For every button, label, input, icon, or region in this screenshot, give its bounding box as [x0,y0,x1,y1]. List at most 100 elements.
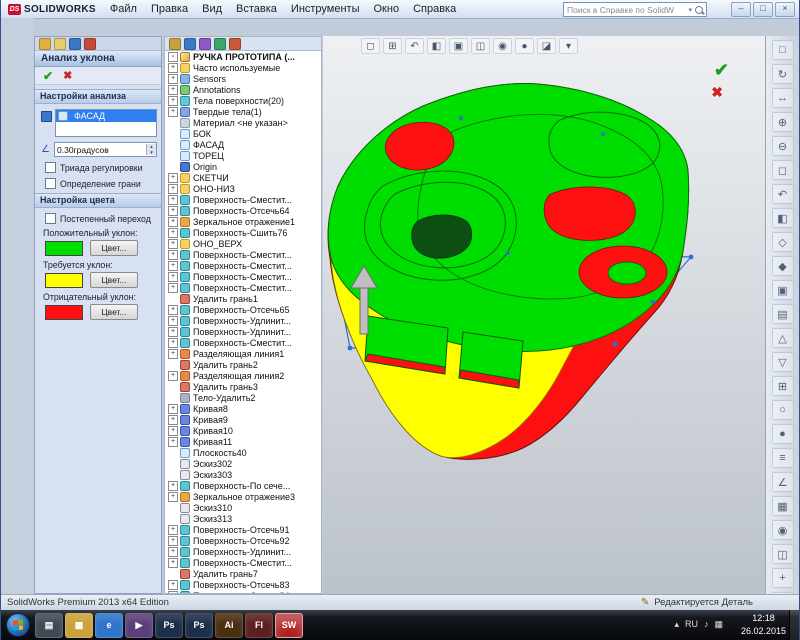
tree-expander-icon[interactable]: + [168,580,178,590]
previous-view-icon[interactable]: ↶ [405,38,424,54]
tree-item[interactable]: +Поверхность-Удлинит... [165,315,321,326]
model-negative-patch-3[interactable] [579,246,667,298]
close-tab-icon[interactable] [84,38,96,50]
menu-item-Справка[interactable]: Справка [406,2,463,16]
close-button[interactable]: × [775,2,795,17]
hidden-lines-icon[interactable]: ▤ [772,304,794,324]
tree-item[interactable]: +Эскиз313 [165,513,321,524]
triad-checkbox[interactable] [45,162,56,173]
pin-tab-icon[interactable] [54,38,66,50]
tree-expander-icon[interactable]: + [168,437,178,447]
tree-item[interactable]: +Поверхность-Отсечь91 [165,524,321,535]
select-icon[interactable]: □ [772,40,794,60]
configurationmanager-tab-icon[interactable] [199,38,211,50]
tree-item[interactable]: +Поверхность-Отсечь65 [165,304,321,315]
zoom-out-icon[interactable]: ⊖ [772,136,794,156]
tree-expander-icon[interactable]: + [168,184,178,194]
tree-expander-icon[interactable]: + [168,195,178,205]
tree-expander-icon[interactable]: + [168,217,178,227]
propertymanager-tab-icon[interactable] [39,38,51,50]
tree-item[interactable]: +Разделяющая линия2 [165,370,321,381]
offset-surface-icon[interactable]: ≡ [772,448,794,468]
tree-expander-icon[interactable]: + [168,283,178,293]
tray-volume-icon[interactable]: ♪ [704,619,709,629]
tree-item[interactable]: +Sensors [165,73,321,84]
tree-item[interactable]: +Твердые тела(1) [165,106,321,117]
minimize-button[interactable]: – [731,2,751,17]
tree-item[interactable]: +Удалить грань3 [165,381,321,392]
display-style-icon[interactable]: ◫ [471,38,490,54]
rotate-view-icon[interactable]: ↻ [772,64,794,84]
propertymanager-tab-icon[interactable] [184,38,196,50]
loft-surface-icon[interactable]: ○ [772,400,794,420]
tree-expander-icon[interactable]: + [168,349,178,359]
search-icon[interactable] [695,6,703,14]
dimxpertmanager-tab-icon[interactable] [214,38,226,50]
tree-item[interactable]: +Плоскость40 [165,447,321,458]
tree-item[interactable]: +Поверхность-Сместит... [165,271,321,282]
tree-expander-icon[interactable]: + [168,547,178,557]
tree-expander-icon[interactable]: + [168,107,178,117]
featuremanager-tab-icon[interactable] [169,38,181,50]
tree-item[interactable]: +Кривая8 [165,403,321,414]
tree-item[interactable]: +Поверхность-Отсечь64 [165,205,321,216]
tree-expander-icon[interactable]: + [168,305,178,315]
view-orientation-icon[interactable]: ▣ [772,280,794,300]
tree-expander-icon[interactable]: + [168,525,178,535]
selection-listbox[interactable]: ФАСАД [55,109,157,137]
cancel-button[interactable]: ✖ [63,69,72,82]
viewport[interactable]: ◻⊞↶◧▣◫◉●◪▾ ✔ ✖ [323,36,765,594]
model-negative-patch-2[interactable] [544,187,635,240]
zoom-fit-icon[interactable]: ◻ [361,38,380,54]
tray-language-icon[interactable]: RU [685,619,698,629]
viewport-cancel-button[interactable]: ✖ [711,84,723,101]
tree-item[interactable]: +Поверхность-По сече... [165,480,321,491]
tree-item[interactable]: +БОК [165,128,321,139]
tree-item[interactable]: +ФАСАД [165,139,321,150]
tree-item[interactable]: +ОНО_ВЕРХ [165,238,321,249]
selected-item[interactable]: ФАСАД [56,110,156,122]
menu-item-Вид[interactable]: Вид [195,2,229,16]
knit-surface-icon[interactable]: ▦ [772,496,794,516]
tree-item[interactable]: +Поверхность-Отсечь92 [165,535,321,546]
start-button[interactable] [6,613,30,637]
tree-expander-icon[interactable]: + [168,239,178,249]
apply-scene-icon[interactable]: ◪ [537,38,556,54]
tree-item[interactable]: +Эскиз303 [165,469,321,480]
tree-item[interactable]: +ТОРЕЦ [165,150,321,161]
menu-item-Инструменты[interactable]: Инструменты [284,2,367,16]
tree-item[interactable]: +Поверхность-Сместит... [165,194,321,205]
tree-item[interactable]: +Поверхность-Сшить76 [165,227,321,238]
tree-expander-icon[interactable]: - [168,52,178,62]
taskbar-app-browser[interactable]: e [95,613,123,638]
taskbar-app-media[interactable]: ▶ [125,613,153,638]
gradual-transition-checkbox[interactable] [45,213,56,224]
tree-expander-icon[interactable]: + [168,558,178,568]
zoom-fit-icon[interactable]: ◻ [772,160,794,180]
taskbar-app-solidworks[interactable]: SW [275,613,303,638]
tree-item[interactable]: +Удалить грань7 [165,568,321,579]
positive-color-button[interactable]: Цвет... [90,240,138,256]
tree-expander-icon[interactable]: + [168,371,178,381]
tree-item[interactable]: +Поверхность-Сместит... [165,557,321,568]
required-color-button[interactable]: Цвет... [90,272,138,288]
menu-item-Правка[interactable]: Правка [144,2,195,16]
tree-item[interactable]: +Annotations [165,84,321,95]
tree-expander-icon[interactable]: + [168,404,178,414]
tree-expander-icon[interactable]: + [168,173,178,183]
fillet-surface-icon[interactable]: + [772,568,794,588]
search-input[interactable]: Поиск в Справке по SolidW [567,5,685,15]
taskbar-app-explorer[interactable]: ▤ [35,613,63,638]
tray-expand-icon[interactable]: ▴ [674,619,679,629]
planar-surface-icon[interactable]: ◉ [772,520,794,540]
tree-expander-icon[interactable]: + [168,492,178,502]
extend-surface-icon[interactable]: ◫ [772,544,794,564]
section-view-icon[interactable]: ◧ [772,208,794,228]
tree-expander-icon[interactable]: + [168,481,178,491]
previous-view-icon[interactable]: ↶ [772,184,794,204]
taskbar-clock[interactable]: 12:18 26.02.2015 [741,612,786,638]
view-orientation-icon[interactable]: ▣ [449,38,468,54]
zoom-area-icon[interactable]: ⊞ [383,38,402,54]
spin-down-icon[interactable]: ▼ [147,150,156,156]
tree-expander-icon[interactable]: + [168,206,178,216]
